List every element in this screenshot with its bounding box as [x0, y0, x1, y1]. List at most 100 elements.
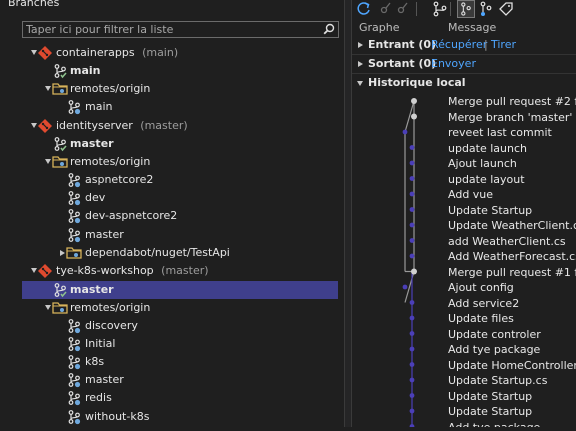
commit-node[interactable] — [409, 222, 415, 228]
filter-box[interactable] — [22, 21, 339, 38]
current-branch-suffix: (main) — [142, 46, 179, 59]
commit-node[interactable] — [402, 129, 408, 135]
tree-item[interactable]: identityserver (master) — [0, 117, 344, 135]
pull-link[interactable]: Tirer — [491, 36, 516, 54]
commit-message[interactable]: Add service2 — [448, 296, 519, 312]
outgoing-label: Sortant (0) — [368, 57, 437, 70]
column-graph[interactable]: Graphe — [359, 21, 400, 34]
commit-node[interactable] — [409, 207, 415, 212]
branch-icon — [52, 282, 68, 298]
commit-message[interactable]: Update Startup — [448, 404, 532, 420]
tree-item[interactable]: redis — [0, 389, 344, 407]
tree-item[interactable]: tye-k8s-workshop (master) — [0, 262, 344, 280]
toolbar-separator — [416, 2, 417, 16]
tree-item[interactable]: discovery — [0, 317, 344, 335]
commit-message[interactable]: Update files — [448, 311, 514, 327]
commit-node[interactable] — [402, 284, 408, 290]
tree-item-label: dev-aspnetcore2 — [85, 209, 178, 222]
tree-item[interactable]: dev-aspnetcore2 — [0, 207, 344, 225]
commit-node[interactable] — [409, 300, 415, 305]
commit-node[interactable] — [409, 408, 415, 414]
commit-node[interactable] — [409, 191, 415, 197]
repo-icon — [37, 45, 53, 61]
chevron-right-icon[interactable] — [358, 42, 363, 48]
commit-node[interactable] — [409, 346, 415, 352]
search-icon[interactable] — [323, 23, 335, 35]
show-local-branches-icon[interactable] — [457, 0, 475, 18]
commit-message[interactable]: Ajout config — [448, 280, 514, 296]
commit-node[interactable] — [409, 331, 415, 336]
tree-item[interactable]: master — [22, 281, 338, 299]
commit-message[interactable]: Add vue — [448, 187, 493, 203]
commit-message[interactable]: add WeatherClient.cs — [448, 234, 566, 250]
commit-node[interactable] — [409, 393, 415, 398]
commit-node[interactable] — [409, 315, 415, 321]
outgoing-section[interactable]: Sortant (0) Envoyer — [352, 55, 576, 74]
commit-message[interactable]: Update controler — [448, 327, 541, 343]
tree-item[interactable]: remotes/origin — [0, 80, 344, 98]
branch-icon — [52, 63, 68, 79]
commit-message[interactable]: Update Startup — [448, 389, 532, 405]
merge-commit-node[interactable] — [411, 113, 417, 120]
commit-message[interactable]: Merge pull request #1 from — [448, 265, 576, 281]
chevron-down-icon[interactable] — [45, 305, 51, 310]
commit-message[interactable]: Update Startup — [448, 203, 532, 219]
remote-branch-icon — [66, 409, 82, 425]
commit-node[interactable] — [409, 238, 415, 243]
commit-message[interactable]: Add tye package — [448, 420, 540, 428]
push-link[interactable]: Envoyer — [431, 55, 476, 73]
tree-item[interactable]: containerapps (main) — [0, 44, 344, 62]
refresh-icon[interactable] — [355, 0, 373, 18]
commit-node[interactable] — [409, 176, 415, 181]
commit-node[interactable] — [409, 160, 415, 166]
filter-input[interactable] — [26, 22, 316, 37]
tree-item[interactable]: without-k8s — [0, 408, 344, 426]
commit-node[interactable] — [409, 145, 415, 150]
tree-item-label: master — [70, 283, 114, 296]
tree-item[interactable]: aspnetcore2 — [0, 171, 344, 189]
commit-message[interactable]: Update WeatherClient.cs — [448, 218, 576, 234]
tree-item[interactable]: dev — [0, 189, 344, 207]
tree-item[interactable]: remotes/origin — [0, 153, 344, 171]
local-history-section[interactable]: Historique local — [352, 74, 576, 92]
tree-item[interactable]: Initial — [0, 335, 344, 353]
merge-commit-node[interactable] — [411, 268, 417, 275]
tree-item[interactable]: k8s — [0, 353, 344, 371]
chevron-down-icon[interactable] — [45, 159, 51, 164]
chevron-down-icon[interactable] — [45, 86, 51, 91]
commit-message[interactable]: Add WeatherForecast.cs — [448, 249, 576, 265]
tree-item[interactable]: master — [0, 226, 344, 244]
merge-commit-node[interactable] — [411, 98, 417, 104]
tree-item[interactable]: master — [0, 135, 344, 153]
chevron-right-icon[interactable] — [60, 250, 65, 256]
tree-item-label: without-k8s — [85, 410, 150, 423]
remote-branch-icon — [66, 99, 82, 115]
tree-item[interactable]: main — [0, 98, 344, 116]
commit-message[interactable]: update launch — [448, 141, 527, 157]
commit-message[interactable]: update layout — [448, 172, 525, 188]
tree-item[interactable]: remotes/origin — [0, 299, 344, 317]
tree-item[interactable]: dependabot/nuget/TestApi — [0, 244, 344, 262]
commit-message[interactable]: reveet last commit — [448, 125, 552, 141]
chevron-down-icon[interactable] — [357, 81, 363, 86]
show-remote-branches-icon[interactable] — [477, 0, 495, 18]
pane-splitter[interactable] — [344, 0, 352, 427]
commit-message[interactable]: Ajout launch — [448, 156, 517, 172]
commit-node[interactable] — [409, 253, 415, 259]
commit-message[interactable]: Update HomeController — [448, 358, 576, 374]
commit-message[interactable]: Add tye package — [448, 342, 540, 358]
commit-node[interactable] — [409, 377, 415, 383]
tree-item[interactable]: master — [0, 371, 344, 389]
commit-node[interactable] — [409, 362, 415, 367]
show-tags-icon[interactable] — [497, 0, 515, 18]
commit-message[interactable]: Merge pull request #2 from — [448, 94, 576, 110]
incoming-section[interactable]: Entrant (0) Récupérer | Tirer — [352, 36, 576, 55]
branch-graph-icon[interactable] — [431, 0, 449, 18]
column-message[interactable]: Message — [448, 21, 496, 34]
tree-item[interactable]: main — [0, 62, 344, 80]
chevron-right-icon[interactable] — [358, 61, 363, 67]
commit-message[interactable]: Merge branch 'master' into — [448, 110, 576, 126]
fetch-link[interactable]: Récupérer — [431, 36, 487, 54]
commit-message[interactable]: Update Startup.cs — [448, 373, 547, 389]
history-column-headers: Graphe Message — [352, 18, 576, 35]
